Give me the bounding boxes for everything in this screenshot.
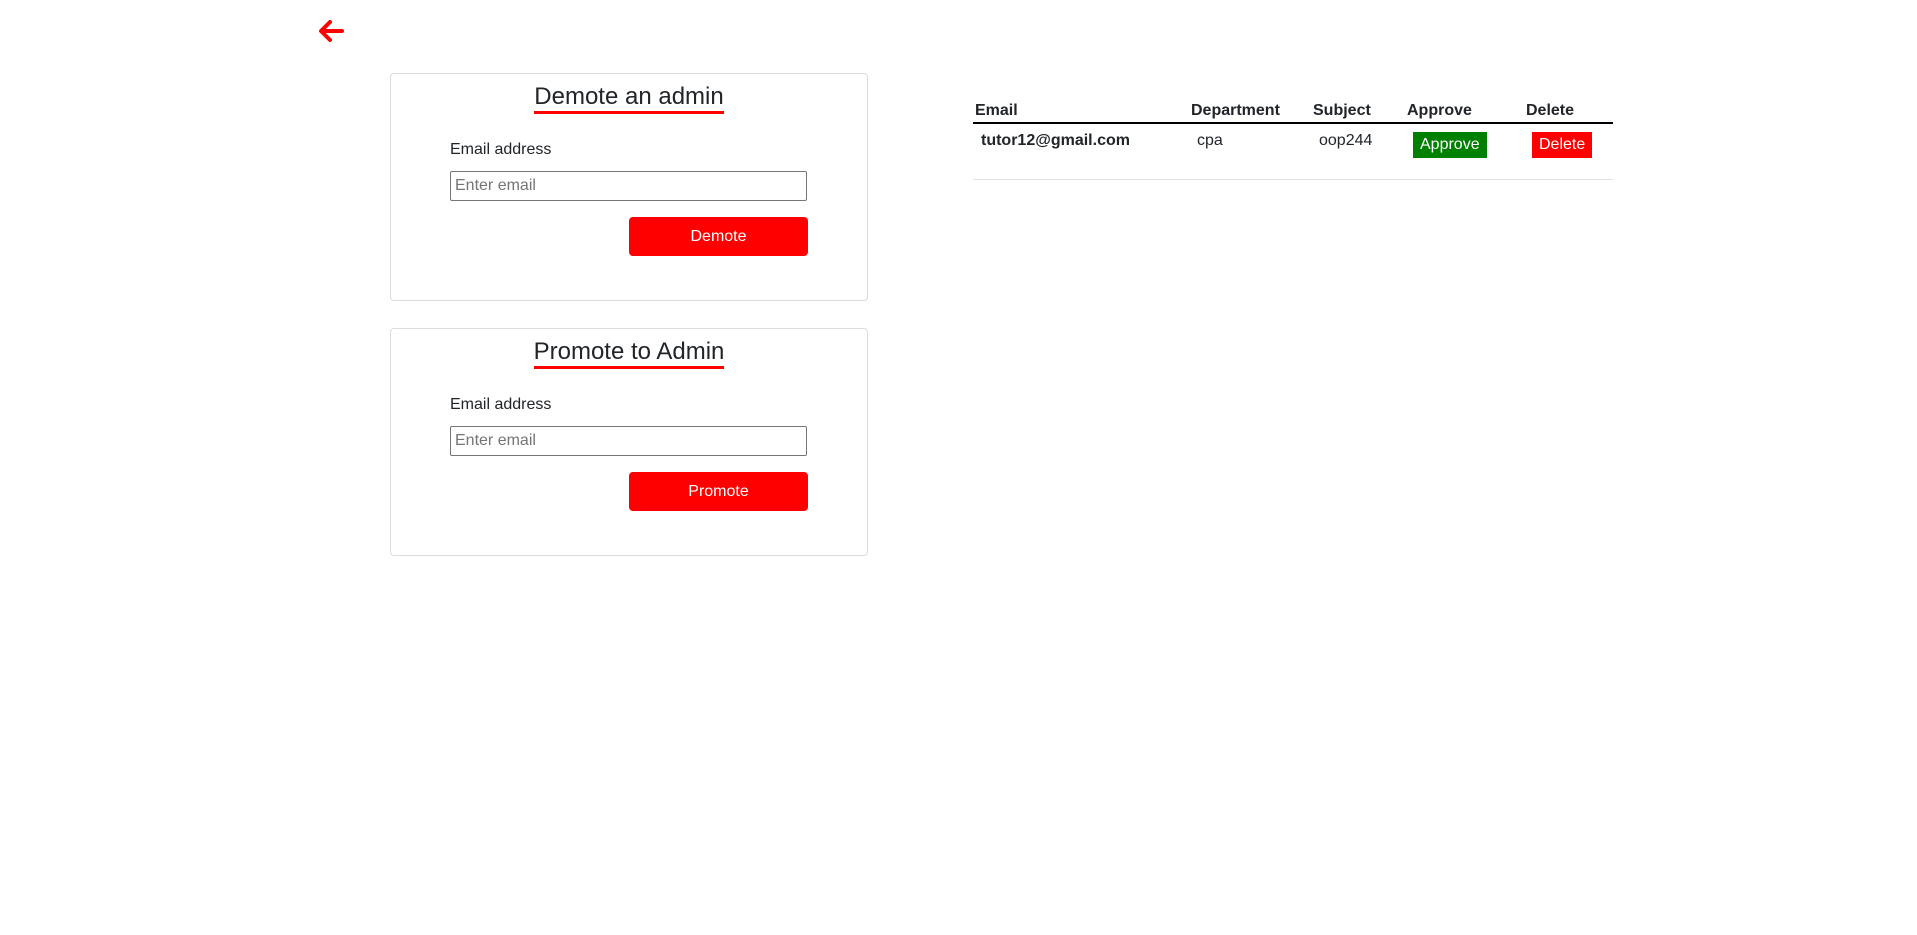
row-approve-cell: Approve: [1405, 123, 1524, 180]
demote-title-text: Demote an admin: [534, 83, 724, 114]
requests-table: Email Department Subject Approve Delete …: [973, 98, 1613, 180]
row-subject: oop244: [1311, 123, 1405, 180]
demote-email-input[interactable]: [450, 171, 807, 201]
promote-card-title: Promote to Admin: [391, 337, 867, 369]
column-header-email: Email: [973, 98, 1189, 124]
promote-admin-card: Promote to Admin Email address Promote: [390, 328, 868, 556]
demote-email-label: Email address: [450, 141, 552, 158]
row-delete-cell: Delete: [1524, 123, 1613, 180]
requests-table-container: Email Department Subject Approve Delete …: [973, 98, 1613, 180]
promote-email-label: Email address: [450, 396, 552, 413]
demote-button[interactable]: Demote: [629, 217, 808, 256]
approve-button[interactable]: Approve: [1413, 132, 1487, 158]
column-header-approve: Approve: [1405, 98, 1524, 124]
row-department: cpa: [1189, 123, 1311, 180]
demote-admin-card: Demote an admin Email address Demote: [390, 73, 868, 301]
column-header-subject: Subject: [1311, 98, 1405, 124]
demote-card-title: Demote an admin: [391, 82, 867, 114]
column-header-delete: Delete: [1524, 98, 1613, 124]
table-row: tutor12@gmail.com cpa oop244 Approve Del…: [973, 123, 1613, 180]
delete-button[interactable]: Delete: [1532, 132, 1593, 158]
page: Demote an admin Email address Demote Pro…: [0, 0, 1917, 935]
table-header-row: Email Department Subject Approve Delete: [973, 98, 1613, 124]
promote-button[interactable]: Promote: [629, 472, 808, 511]
arrow-left-icon: [319, 20, 344, 42]
row-email: tutor12@gmail.com: [973, 123, 1189, 180]
back-button[interactable]: [316, 16, 346, 46]
column-header-department: Department: [1189, 98, 1311, 124]
promote-email-input[interactable]: [450, 426, 807, 456]
promote-title-text: Promote to Admin: [533, 338, 725, 369]
